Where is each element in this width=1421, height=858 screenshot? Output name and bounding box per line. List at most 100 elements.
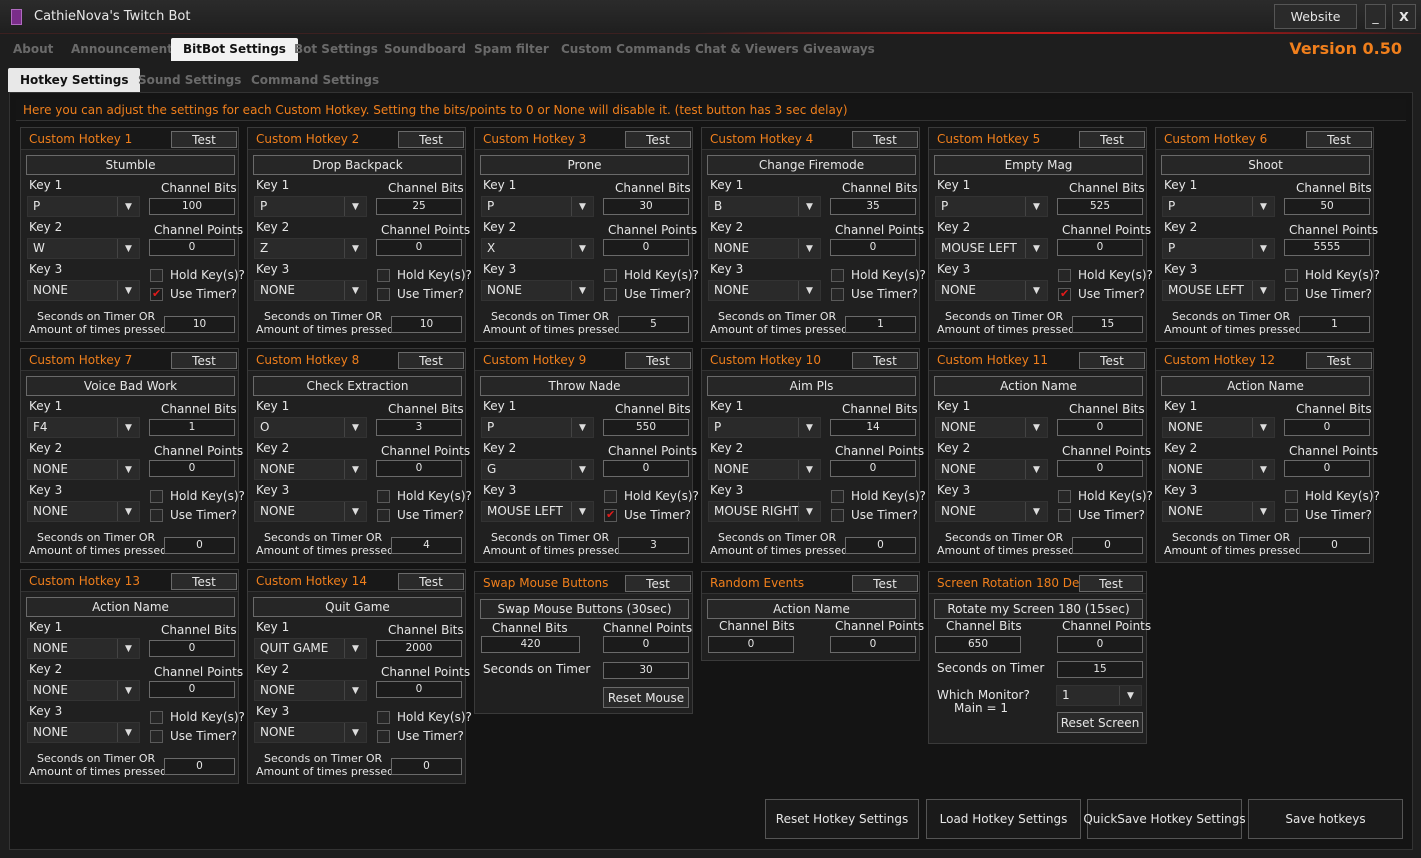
use-timer-checkbox[interactable] [831, 288, 844, 301]
channel-bits-input[interactable]: 550 [603, 419, 689, 436]
reset-screen-button[interactable]: Reset Screen [1057, 712, 1143, 733]
hold-keys-checkbox[interactable] [377, 269, 390, 282]
seconds-timer-input[interactable]: 0 [1072, 537, 1143, 554]
hold-keys-checkbox[interactable] [1285, 490, 1298, 503]
key2-select[interactable]: NONE ▼ [708, 459, 821, 480]
use-timer-checkbox[interactable] [604, 288, 617, 301]
channel-bits-input[interactable]: 650 [935, 636, 1021, 653]
tab-giveaways[interactable]: Giveaways [803, 42, 875, 56]
test-button[interactable]: Test [171, 573, 237, 590]
hold-keys-checkbox[interactable] [150, 490, 163, 503]
test-button[interactable]: Test [1079, 131, 1145, 148]
key2-select[interactable]: NONE ▼ [708, 238, 821, 259]
use-timer-checkbox[interactable] [831, 509, 844, 522]
test-button[interactable]: Test [1079, 352, 1145, 369]
channel-points-input[interactable]: 0 [1057, 239, 1143, 256]
seconds-timer-input[interactable]: 10 [164, 316, 235, 333]
channel-points-input[interactable]: 0 [1057, 460, 1143, 477]
hold-keys-checkbox[interactable] [831, 269, 844, 282]
test-button[interactable]: Test [398, 131, 464, 148]
tab-bot-settings[interactable]: Bot Settings [294, 42, 378, 56]
test-button[interactable]: Test [625, 352, 691, 369]
test-button[interactable]: Test [398, 573, 464, 590]
channel-bits-input[interactable]: 420 [481, 636, 580, 653]
action-name-input[interactable]: Drop Backpack [253, 155, 462, 175]
tab-about[interactable]: About [13, 42, 53, 56]
seconds-timer-input[interactable]: 0 [164, 537, 235, 554]
key3-select[interactable]: MOUSE RIGHT ▼ [708, 501, 821, 522]
hold-keys-checkbox[interactable] [1285, 269, 1298, 282]
key3-select[interactable]: NONE ▼ [481, 280, 594, 301]
hold-keys-checkbox[interactable] [1058, 490, 1071, 503]
channel-points-input[interactable]: 0 [376, 239, 462, 256]
channel-bits-input[interactable]: 0 [149, 640, 235, 657]
website-button[interactable]: Website [1274, 4, 1357, 29]
seconds-timer-input[interactable]: 0 [164, 758, 235, 775]
use-timer-checkbox[interactable] [150, 730, 163, 743]
channel-points-input[interactable]: 0 [376, 681, 462, 698]
monitor-select[interactable]: 1 ▼ [1056, 685, 1142, 706]
hold-keys-checkbox[interactable] [1058, 269, 1071, 282]
channel-points-input[interactable]: 0 [149, 460, 235, 477]
tab-hotkey-settings[interactable]: Hotkey Settings [8, 68, 141, 92]
key1-select[interactable]: P ▼ [27, 196, 140, 217]
channel-bits-input[interactable]: 0 [1284, 419, 1370, 436]
key2-select[interactable]: NONE ▼ [1162, 459, 1275, 480]
action-name-input[interactable]: Swap Mouse Buttons (30sec) [480, 599, 689, 619]
channel-bits-input[interactable]: 25 [376, 198, 462, 215]
key2-select[interactable]: NONE ▼ [27, 680, 140, 701]
hold-keys-checkbox[interactable] [150, 711, 163, 724]
use-timer-checkbox[interactable] [377, 288, 390, 301]
key2-select[interactable]: MOUSE LEFT ▼ [935, 238, 1048, 259]
use-timer-checkbox[interactable] [377, 730, 390, 743]
action-name-input[interactable]: Throw Nade [480, 376, 689, 396]
key1-select[interactable]: O ▼ [254, 417, 367, 438]
seconds-timer-input[interactable]: 0 [391, 758, 462, 775]
key2-select[interactable]: NONE ▼ [935, 459, 1048, 480]
hold-keys-checkbox[interactable] [377, 490, 390, 503]
test-button[interactable]: Test [852, 131, 918, 148]
key1-select[interactable]: NONE ▼ [1162, 417, 1275, 438]
channel-bits-input[interactable]: 100 [149, 198, 235, 215]
seconds-timer-input[interactable]: 1 [845, 316, 916, 333]
key2-select[interactable]: X ▼ [481, 238, 594, 259]
use-timer-checkbox[interactable] [150, 287, 163, 301]
tab-chat-viewers[interactable]: Chat & Viewers [695, 42, 799, 56]
seconds-timer-input[interactable]: 3 [618, 537, 689, 554]
key2-select[interactable]: NONE ▼ [254, 459, 367, 480]
key3-select[interactable]: NONE ▼ [708, 280, 821, 301]
action-name-input[interactable]: Empty Mag [934, 155, 1143, 175]
tab-bitbot-settings[interactable]: BitBot Settings [171, 38, 298, 61]
test-button[interactable]: Test [1079, 575, 1143, 592]
tab-sound-settings[interactable]: Sound Settings [138, 73, 241, 87]
reset-hotkey-settings-button[interactable]: Reset Hotkey Settings [765, 799, 919, 839]
seconds-timer-input[interactable]: 0 [1299, 537, 1370, 554]
tab-custom-commands[interactable]: Custom Commands [561, 42, 691, 56]
action-name-input[interactable]: Shoot [1161, 155, 1370, 175]
seconds-timer-input[interactable]: 4 [391, 537, 462, 554]
action-name-input[interactable]: Check Extraction [253, 376, 462, 396]
quicksave-hotkey-settings-button[interactable]: QuickSave Hotkey Settings [1083, 799, 1246, 839]
use-timer-checkbox[interactable] [377, 509, 390, 522]
action-name-input[interactable]: Prone [480, 155, 689, 175]
channel-points-input[interactable]: 0 [1284, 460, 1370, 477]
seconds-timer-input[interactable]: 10 [391, 316, 462, 333]
test-button[interactable]: Test [171, 352, 237, 369]
hold-keys-checkbox[interactable] [604, 490, 617, 503]
hold-keys-checkbox[interactable] [831, 490, 844, 503]
key1-select[interactable]: F4 ▼ [27, 417, 140, 438]
use-timer-checkbox[interactable] [1285, 509, 1298, 522]
hold-keys-checkbox[interactable] [150, 269, 163, 282]
key2-select[interactable]: Z ▼ [254, 238, 367, 259]
key1-select[interactable]: NONE ▼ [935, 417, 1048, 438]
test-button[interactable]: Test [625, 575, 691, 592]
test-button[interactable]: Test [398, 352, 464, 369]
hold-keys-checkbox[interactable] [604, 269, 617, 282]
channel-bits-input[interactable]: 2000 [376, 640, 462, 657]
action-name-input[interactable]: Voice Bad Work [26, 376, 235, 396]
channel-bits-input[interactable]: 0 [708, 636, 794, 653]
action-name-input[interactable]: Change Firemode [707, 155, 916, 175]
key3-select[interactable]: NONE ▼ [27, 501, 140, 522]
channel-bits-input[interactable]: 1 [149, 419, 235, 436]
key3-select[interactable]: NONE ▼ [254, 501, 367, 522]
